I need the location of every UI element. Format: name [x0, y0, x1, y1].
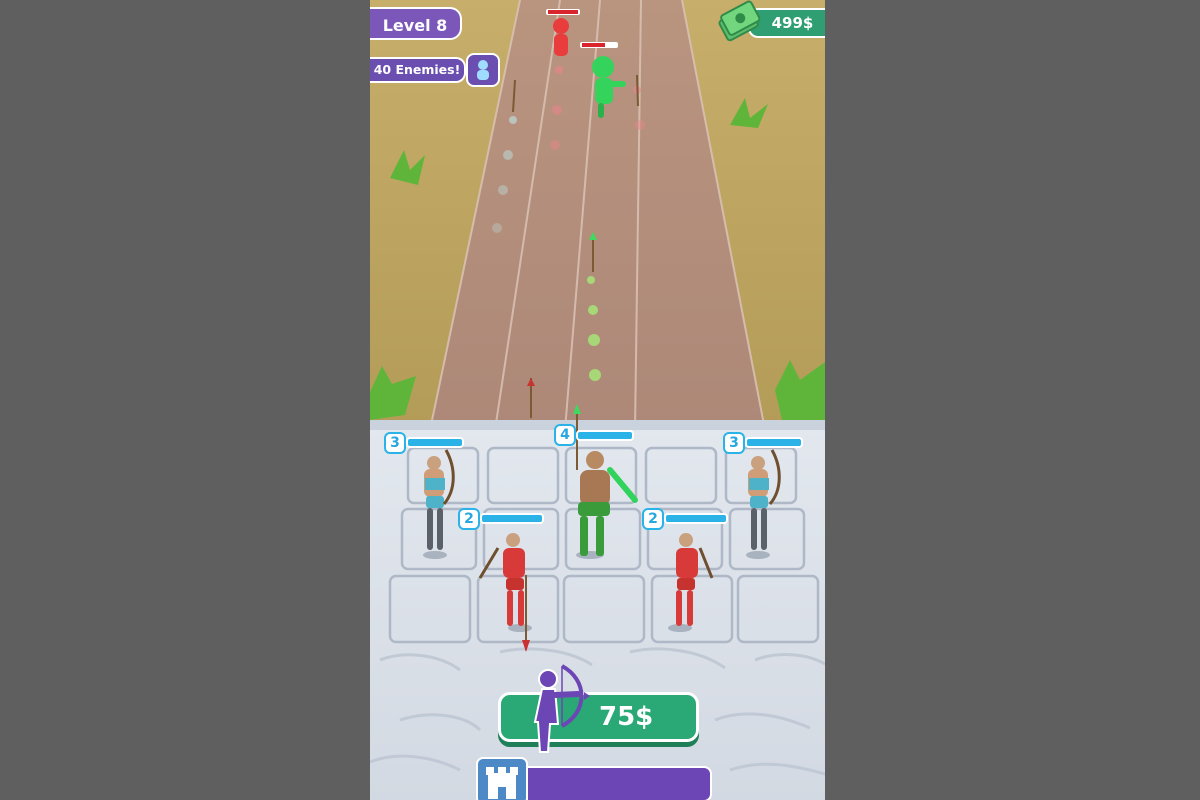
unit-level-badge: 2: [458, 508, 480, 530]
game-viewport[interactable]: Level 8 40 Enemies! 499$ 3 4 3 2 2 75$: [370, 0, 825, 800]
archer-price: 75$: [599, 702, 654, 732]
unit-level-badge: 3: [384, 432, 406, 454]
archer-icon: [533, 664, 590, 753]
unit-health-bar: [664, 513, 728, 524]
level-indicator: Level 8: [370, 7, 462, 40]
cash-icon: [718, 0, 761, 42]
unit-health-bar: [745, 437, 803, 448]
enemy-person-icon: [466, 53, 500, 87]
castle-health-bar: [526, 766, 712, 800]
battlefield[interactable]: [370, 0, 825, 800]
unit-level-badge: 3: [723, 432, 745, 454]
unit-health-bar: [576, 430, 634, 441]
unit-level-badge: 4: [554, 424, 576, 446]
enemies-count: 40 Enemies!: [370, 57, 466, 83]
unit-health-bar: [406, 437, 464, 448]
castle-icon: [476, 757, 528, 800]
unit-health-bar: [480, 513, 544, 524]
unit-level-badge: 2: [642, 508, 664, 530]
